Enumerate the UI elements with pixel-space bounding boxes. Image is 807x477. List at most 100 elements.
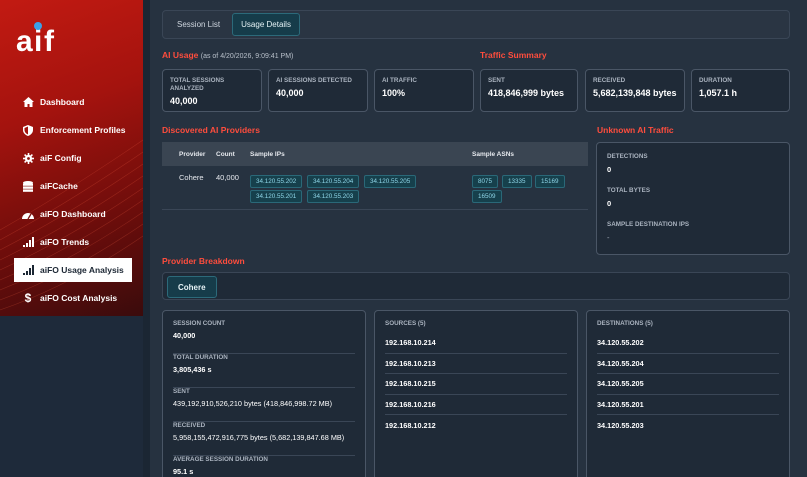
- traffic-summary-title: Traffic Summary: [480, 50, 547, 60]
- sidebar-item-label: aiFCache: [40, 181, 78, 191]
- column-header: Sample ASNs: [472, 150, 515, 158]
- detail-total-duration: TOTAL DURATION 3,805,436 s: [173, 354, 355, 388]
- destination-ip-item: 34.120.55.203: [597, 420, 644, 430]
- sidebar-item-label: aiF Config: [40, 153, 82, 163]
- ai-usage-title: AI Usage: [162, 50, 199, 60]
- sources-title: SOURCES (5): [385, 320, 426, 327]
- sidebar-item-label: aiFO Cost Analysis: [40, 293, 118, 303]
- asn-chip: 15169: [535, 175, 565, 188]
- sidebar-item-label: aiFO Trends: [40, 237, 90, 247]
- detail-label: SENT: [173, 388, 190, 395]
- providers-table-header: Provider Count Sample IPs Sample ASNs: [162, 142, 588, 166]
- unknown-ai-traffic-panel: DETECTIONS 0 TOTAL BYTES 0 SAMPLE DESTIN…: [596, 142, 790, 255]
- stat-value: 418,846,999 bytes: [488, 88, 565, 98]
- sidebar-item-label: Dashboard: [40, 97, 85, 107]
- detections-value: 0: [607, 165, 612, 174]
- asn-chip: 16509: [472, 190, 502, 203]
- detail-session-count: SESSION COUNT 40,000: [173, 320, 355, 354]
- sidebar-item-aifo-dashboard[interactable]: aiFO Dashboard: [14, 202, 132, 226]
- signal-bars-icon: [22, 264, 34, 276]
- destinations-title: DESTINATIONS (5): [597, 320, 653, 327]
- source-ip-item: 192.168.10.215: [385, 374, 567, 395]
- provider-count: 40,000: [216, 173, 239, 182]
- source-ip-item: 192.168.10.213: [385, 354, 567, 374]
- source-ip-item: 192.168.10.212: [385, 420, 436, 430]
- detail-value: 3,805,436 s: [173, 365, 212, 374]
- dollar-icon: $: [24, 291, 32, 305]
- stat-value: 40,000: [276, 88, 304, 98]
- stat-ai-traffic: AI TRAFFIC 100%: [374, 69, 474, 112]
- destination-ip-item: 34.120.55.205: [597, 374, 779, 395]
- stat-label: AI TRAFFIC: [382, 77, 417, 84]
- svg-text:f: f: [44, 25, 55, 58]
- gear-icon: [22, 152, 34, 164]
- detail-label: SESSION COUNT: [173, 320, 226, 327]
- provider-breakdown-title: Provider Breakdown: [162, 256, 245, 266]
- home-icon: [22, 96, 34, 108]
- sidebar-item-aifo-trends[interactable]: aiFO Trends: [14, 230, 132, 254]
- unknown-ai-traffic-title: Unknown AI Traffic: [597, 125, 674, 135]
- svg-text:a: a: [16, 25, 33, 58]
- stat-received: RECEIVED 5,682,139,848 bytes: [585, 69, 685, 112]
- tab-usage-details[interactable]: Usage Details: [232, 13, 300, 36]
- stat-label: SENT: [488, 77, 505, 84]
- detail-value: 5,958,155,472,916,775 bytes (5,682,139,8…: [173, 433, 345, 442]
- provider-tab-cohere[interactable]: Cohere: [167, 276, 217, 298]
- stat-duration: DURATION 1,057.1 h: [691, 69, 790, 112]
- stat-total-sessions: TOTAL SESSIONS ANALYZED 40,000: [162, 69, 262, 112]
- stat-label: AI SESSIONS DETECTED: [276, 77, 352, 84]
- stat-value: 100%: [382, 88, 406, 98]
- destination-ip-item: 34.120.55.202: [597, 333, 779, 354]
- providers-table: Provider Count Sample IPs Sample ASNs Co…: [162, 142, 588, 210]
- sidebar-item-label: aiFO Usage Analysis: [40, 265, 124, 275]
- tab-session-list[interactable]: Session List: [169, 14, 228, 35]
- sample-destination-ips-value: -: [607, 233, 610, 242]
- detail-label: TOTAL DURATION: [173, 354, 228, 361]
- sidebar-item-label: Enforcement Profiles: [40, 125, 126, 135]
- stat-label: DURATION: [699, 77, 732, 84]
- destinations-panel: DESTINATIONS (5) 34.120.55.202 34.120.55…: [586, 310, 790, 477]
- stat-sent: SENT 418,846,999 bytes: [480, 69, 578, 112]
- stat-label: RECEIVED: [593, 77, 626, 84]
- detail-received: RECEIVED 5,958,155,472,916,775 bytes (5,…: [173, 422, 355, 456]
- stat-label: TOTAL SESSIONS ANALYZED: [170, 77, 225, 92]
- stat-ai-sessions-detected: AI SESSIONS DETECTED 40,000: [268, 69, 368, 112]
- stat-value: 1,057.1 h: [699, 88, 738, 98]
- asn-chip: 13335: [502, 175, 532, 188]
- sidebar-item-dashboard[interactable]: Dashboard: [14, 90, 132, 114]
- source-ip-item: 192.168.10.216: [385, 395, 567, 415]
- sources-panel: SOURCES (5) 192.168.10.214 192.168.10.21…: [374, 310, 578, 477]
- stat-value: 5,682,139,848 bytes: [593, 88, 677, 98]
- detail-sent: SENT 439,192,910,526,210 bytes (418,846,…: [173, 388, 355, 422]
- sidebar-item-aifcache[interactable]: aiFCache: [14, 174, 132, 198]
- destination-ip-item: 34.120.55.204: [597, 354, 779, 374]
- ip-chip: 34.120.55.204: [307, 175, 360, 188]
- sidebar-item-enforcement-profiles[interactable]: Enforcement Profiles: [14, 118, 132, 142]
- discovered-providers-title: Discovered AI Providers: [162, 125, 260, 135]
- ai-usage-heading: AI Usage (as of 4/20/2026, 9:09:41 PM): [162, 50, 293, 60]
- ip-chip: 34.120.55.205: [364, 175, 417, 188]
- sidebar-item-aifo-cost-analysis[interactable]: $ aiFO Cost Analysis: [14, 286, 132, 310]
- aif-logo: a i f: [16, 22, 55, 58]
- ai-usage-timestamp: (as of 4/20/2026, 9:09:41 PM): [200, 53, 294, 60]
- sample-destination-ips-label: SAMPLE DESTINATION IPS: [607, 221, 690, 228]
- tab-bar: Session List Usage Details: [162, 10, 790, 39]
- destination-ip-item: 34.120.55.201: [597, 395, 779, 415]
- total-bytes-value: 0: [607, 199, 612, 208]
- sidebar-item-aif-config[interactable]: aiF Config: [14, 146, 132, 170]
- gauge-icon: [22, 208, 34, 220]
- column-header: Provider: [179, 150, 206, 158]
- column-header: Sample IPs: [250, 150, 285, 158]
- detail-value: 95.1 s: [173, 467, 194, 476]
- provider-name: Cohere: [179, 173, 204, 182]
- shield-icon: [22, 124, 34, 136]
- database-icon: [22, 180, 34, 192]
- detail-label: AVERAGE SESSION DURATION: [173, 456, 268, 463]
- sidebar-item-aifo-usage-analysis[interactable]: aiFO Usage Analysis: [14, 258, 132, 282]
- total-bytes-label: TOTAL BYTES: [607, 187, 651, 194]
- provider-selector-bar: Cohere: [162, 272, 790, 300]
- table-row: Cohere 40,000 34.120.55.202 34.120.55.20…: [162, 166, 588, 210]
- stat-value: 40,000: [170, 96, 198, 106]
- detail-value: 40,000: [173, 331, 196, 340]
- signal-bars-icon: [22, 236, 34, 248]
